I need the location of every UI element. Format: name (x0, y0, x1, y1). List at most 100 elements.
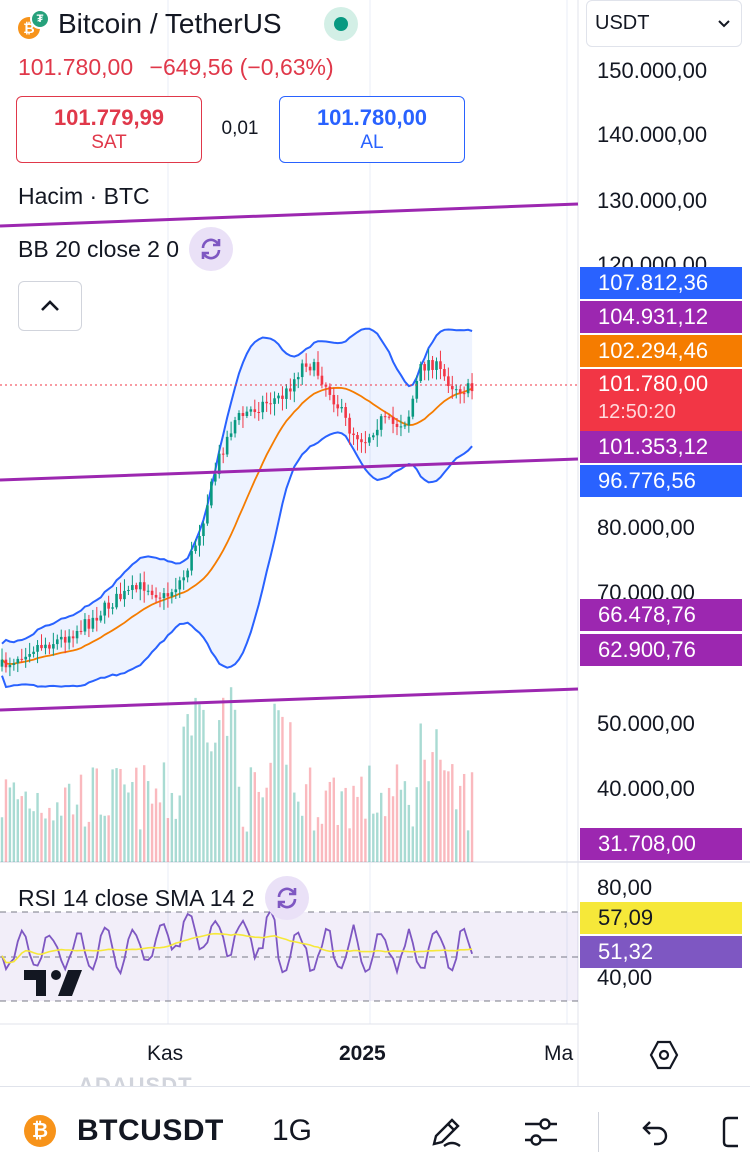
candle-body (443, 369, 446, 377)
rsi-legend[interactable]: RSI 14 close SMA 14 2 (18, 876, 309, 920)
volume-bar (431, 752, 434, 862)
volume-bar (348, 828, 351, 862)
candle-body (312, 362, 316, 371)
volume-bar (289, 722, 292, 862)
last-price-label: 101.780,00 12:50:20 (580, 369, 742, 431)
volume-bar (71, 814, 75, 862)
buy-button[interactable]: 101.780,00 AL (279, 96, 465, 163)
volume-bar (119, 768, 122, 862)
candle-body (340, 407, 343, 409)
indicator-settings-icon[interactable] (519, 1112, 563, 1152)
bb-legend[interactable]: BB 20 close 2 0 (18, 227, 234, 271)
sell-button[interactable]: 101.779,99 SAT (16, 96, 202, 163)
undo-icon[interactable] (632, 1112, 676, 1152)
drawing-pen-icon[interactable] (424, 1112, 468, 1152)
candle-body (375, 429, 379, 436)
volume-label: 31.708,00 (580, 828, 742, 860)
interval-button[interactable]: 1G (272, 1114, 312, 1148)
volume-bar (395, 764, 399, 862)
volume-bar (103, 815, 106, 862)
volume-bar (316, 817, 320, 862)
volume-legend[interactable]: Hacim · BTC (18, 183, 150, 210)
volume-bar (24, 791, 27, 862)
volume-bar (154, 788, 158, 862)
candle-body (71, 636, 75, 639)
volume-bar (301, 815, 304, 862)
candle-body (182, 577, 185, 581)
candle-body (466, 383, 470, 394)
volume-bar (115, 768, 118, 862)
volume-bar (360, 776, 363, 862)
volume-bar (202, 709, 205, 862)
candle-body (20, 658, 24, 660)
volume-bar (16, 799, 19, 862)
fullscreen-icon[interactable] (720, 1112, 750, 1152)
currency-select[interactable]: USDT (586, 0, 742, 47)
volume-bar (376, 812, 379, 862)
candle-body (194, 545, 197, 552)
candle-body (320, 375, 324, 385)
volume-bar (304, 784, 308, 862)
go-to-date-icon[interactable] (647, 1038, 681, 1072)
refresh-icon[interactable] (189, 227, 234, 271)
volume-bar (75, 804, 79, 862)
volume-bar (225, 735, 229, 862)
candle-body (265, 401, 268, 404)
volume-bar (48, 807, 51, 862)
candle-body (79, 630, 83, 632)
candle-body (435, 361, 438, 370)
market-open-icon[interactable] (323, 7, 358, 41)
bb-lower-label: 96.776,56 (580, 465, 742, 497)
volume-bar (174, 818, 177, 862)
symbol-search-button[interactable]: BTCUSDT (77, 1114, 224, 1148)
candle-body (296, 377, 300, 380)
candle-body (423, 364, 426, 371)
volume-bar (131, 782, 134, 862)
volume-bar (64, 787, 67, 862)
volume-bar (312, 830, 316, 862)
volume-bar (273, 703, 276, 862)
rsi-sma-label: 57,09 (580, 902, 742, 934)
candle-body (368, 437, 371, 443)
candle-body (328, 386, 332, 395)
refresh-icon[interactable] (264, 876, 309, 920)
candle-body (245, 411, 249, 417)
candle-body (59, 636, 63, 640)
volume-bar (344, 787, 347, 862)
volume-bar (4, 779, 8, 862)
volume-bar (135, 767, 138, 862)
candle-body (348, 417, 351, 434)
symbol-header[interactable]: ₿ ₮ Bitcoin / TetherUS (18, 6, 358, 42)
candle-body (352, 433, 355, 436)
tether-coin-icon: ₮ (30, 9, 50, 29)
candle-body (75, 630, 79, 639)
candle-body (451, 386, 454, 390)
volume-bar (218, 720, 221, 862)
candle-body (281, 395, 284, 399)
candle-body (336, 404, 340, 409)
volume-bar (186, 714, 189, 862)
last-price: 101.780,00 (18, 54, 134, 80)
candle-body (300, 363, 304, 378)
volume-bar (52, 820, 55, 862)
volume-bar (372, 813, 375, 862)
volume-bar (462, 773, 466, 862)
sell-price: 101.779,99 (53, 104, 165, 130)
candle-body (403, 425, 407, 427)
trendline-label: 66.478,76 (580, 599, 742, 631)
volume-bar (265, 787, 268, 862)
volume-bar (415, 787, 418, 862)
candle-body (431, 360, 434, 370)
collapse-legend-button[interactable] (18, 281, 82, 331)
volume-bar (241, 826, 245, 862)
rsi-value-label: 51,32 (580, 936, 742, 968)
candle-body (415, 380, 419, 399)
volume-bar (60, 815, 63, 862)
candle-body (8, 664, 12, 668)
volume-bar (387, 787, 391, 862)
time-tick: 2025 (339, 1042, 386, 1065)
last-price-value: 101.780,00 (598, 371, 709, 396)
buy-label: AL (360, 131, 384, 153)
volume-bar (320, 823, 324, 862)
price-tick: 50.000,00 (597, 711, 695, 736)
